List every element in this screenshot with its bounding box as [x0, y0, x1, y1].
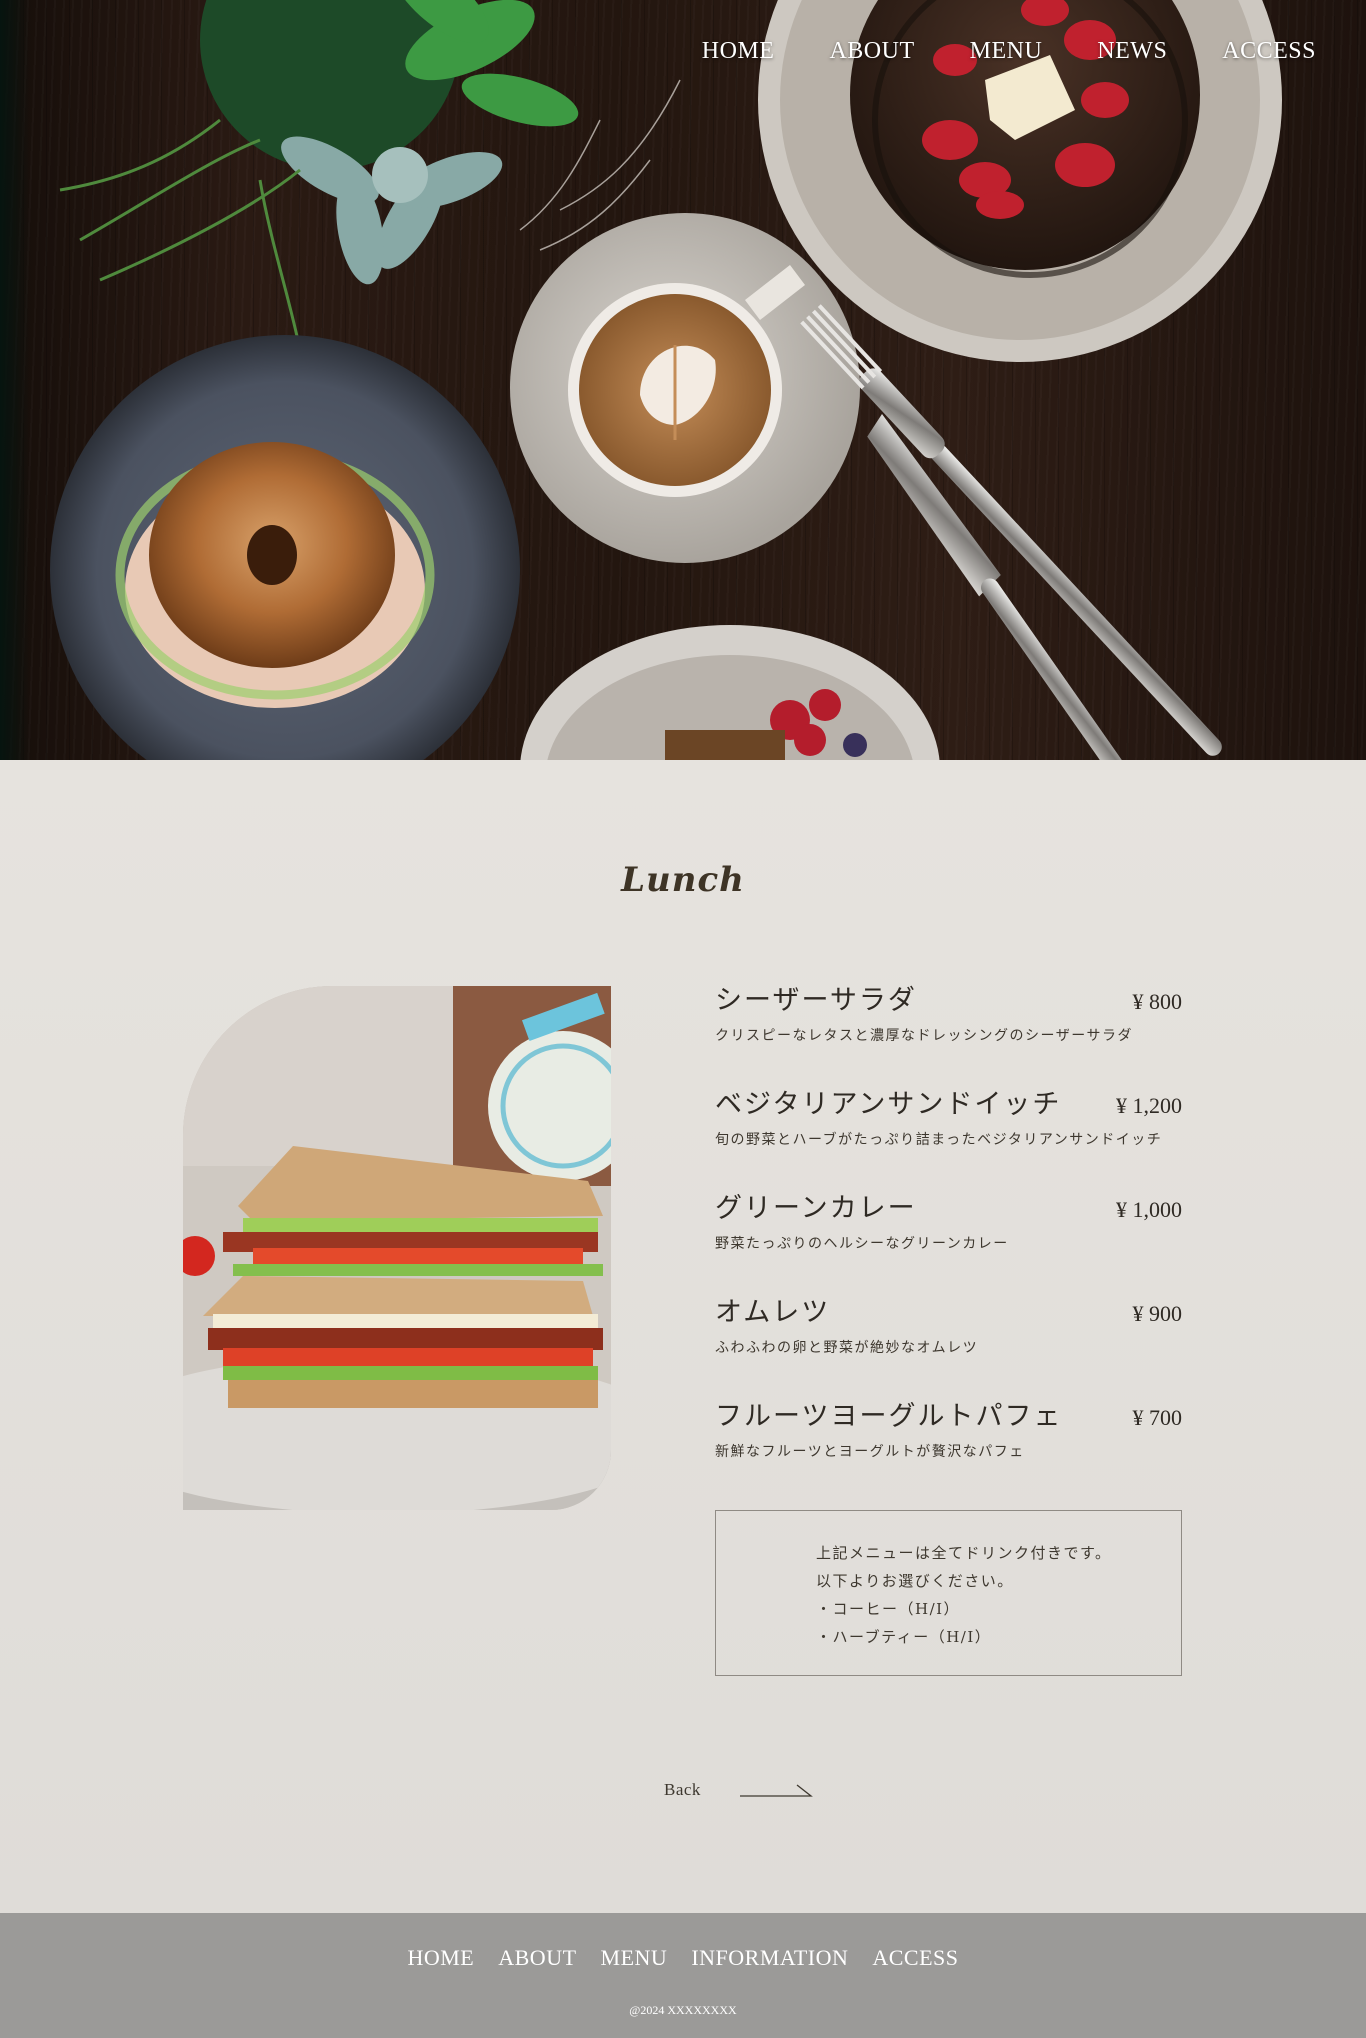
copyright: @2024 XXXXXXXX: [629, 2003, 737, 2017]
note-line: ・コーヒー（H/I）: [816, 1600, 961, 1618]
menu-item-description: ふわふわの卵と野菜が絶妙なオムレツ: [715, 1340, 979, 1356]
footer: HOME ABOUT MENU INFORMATION ACCESS @2024…: [0, 1913, 1366, 2038]
menu-item-name: フルーツヨーグルトパフェ: [715, 1401, 1063, 1432]
footer-about-link[interactable]: ABOUT: [498, 1945, 576, 1971]
hero-banner: HOME ABOUT MENU NEWS ACCESS: [0, 0, 1366, 760]
back-button[interactable]: Back: [664, 1780, 813, 1800]
nav-about-link[interactable]: ABOUT: [829, 38, 914, 65]
menu-item-description: 野菜たっぷりのヘルシーなグリーンカレー: [715, 1236, 1009, 1252]
menu-item-price: ¥ 1,200: [1116, 1093, 1182, 1118]
footer-access-link[interactable]: ACCESS: [872, 1945, 958, 1971]
menu-item-price: ¥ 1,000: [1116, 1197, 1182, 1222]
section-title: Lunch: [621, 860, 745, 900]
menu-item-name: グリーンカレー: [715, 1193, 917, 1224]
footer-home-link[interactable]: HOME: [407, 1945, 474, 1971]
hero-food-photo: [50, 0, 1282, 760]
nav-news-link[interactable]: NEWS: [1097, 38, 1167, 65]
nav-menu-link[interactable]: MENU: [970, 38, 1043, 65]
note-line: ・ハーブティー（H/I）: [816, 1628, 992, 1646]
hero-left-shadow: [0, 0, 30, 760]
drink-note-box: 上記メニューは全てドリンク付きです。 以下よりお選びください。 ・コーヒー（H/…: [715, 1510, 1182, 1676]
back-label: Back: [664, 1780, 701, 1799]
footer-nav: HOME ABOUT MENU INFORMATION ACCESS: [0, 1945, 1366, 1971]
menu-item-description: 旬の野菜とハーブがたっぷり詰まったベジタリアンサンドイッチ: [715, 1132, 1163, 1148]
menu-item-description: 新鮮なフルーツとヨーグルトが贅沢なパフェ: [715, 1444, 1025, 1460]
nav-access-link[interactable]: ACCESS: [1222, 38, 1316, 65]
footer-information-link[interactable]: INFORMATION: [691, 1945, 848, 1971]
sandwich-photo: [183, 986, 611, 1510]
footer-menu-link[interactable]: MENU: [601, 1945, 668, 1971]
arrow-right-icon: [739, 1784, 813, 1797]
menu-item-price: ¥ 800: [1132, 989, 1183, 1014]
menu-item: ベジタリアンサンドイッチ ¥ 1,200 旬の野菜とハーブがたっぷり詰まったベジ…: [715, 1082, 1182, 1186]
menu-item-name: シーザーサラダ: [715, 985, 917, 1016]
menu-item-price: ¥ 900: [1132, 1301, 1183, 1326]
menu-item: シーザーサラダ ¥ 800 クリスピーなレタスと濃厚なドレッシングのシーザーサラ…: [715, 978, 1182, 1082]
note-line: 上記メニューは全てドリンク付きです。: [816, 1544, 1112, 1562]
main-nav: HOME ABOUT MENU NEWS ACCESS: [647, 38, 1316, 65]
note-line: 以下よりお選びください。: [816, 1572, 1014, 1590]
nav-home-link[interactable]: HOME: [702, 38, 775, 65]
sandwich-illustration: [183, 986, 611, 1510]
menu-list: シーザーサラダ ¥ 800 クリスピーなレタスと濃厚なドレッシングのシーザーサラ…: [715, 978, 1182, 1498]
menu-item-name: オムレツ: [715, 1297, 831, 1328]
menu-item: フルーツヨーグルトパフェ ¥ 700 新鮮なフルーツとヨーグルトが贅沢なパフェ: [715, 1394, 1182, 1498]
lunch-section: Lunch シーザーサラダ ¥ 800 クリスピーなレタスと濃厚なドレッシングの…: [0, 760, 1366, 1913]
menu-item-price: ¥ 700: [1132, 1405, 1183, 1430]
menu-item-name: ベジタリアンサンドイッチ: [715, 1089, 1062, 1120]
menu-item: オムレツ ¥ 900 ふわふわの卵と野菜が絶妙なオムレツ: [715, 1290, 1182, 1394]
menu-item: グリーンカレー ¥ 1,000 野菜たっぷりのヘルシーなグリーンカレー: [715, 1186, 1182, 1290]
menu-item-description: クリスピーなレタスと濃厚なドレッシングのシーザーサラダ: [715, 1028, 1133, 1044]
